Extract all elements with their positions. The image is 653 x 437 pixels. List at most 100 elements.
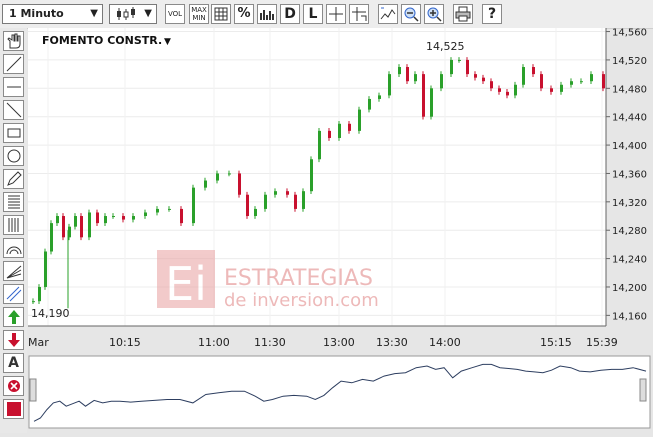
rectangle-icon xyxy=(7,128,20,138)
grid-button[interactable] xyxy=(211,4,231,24)
candle-body xyxy=(378,95,381,99)
arrow-up-icon xyxy=(7,310,20,324)
print-button[interactable] xyxy=(453,4,473,24)
watermark-logo-text: Ei xyxy=(165,257,207,311)
candle-body xyxy=(44,251,47,287)
candle-body xyxy=(96,212,99,224)
x-tick-label: 13:00 xyxy=(323,336,355,349)
delete-drawings-button[interactable] xyxy=(3,376,24,396)
y-tick-label: 14,440 xyxy=(612,113,647,124)
candle-body xyxy=(294,194,297,209)
fan-tool-button[interactable] xyxy=(3,261,24,281)
rectangle-tool-button[interactable] xyxy=(3,123,24,143)
candle-body xyxy=(310,159,313,192)
zoom-in-icon xyxy=(427,7,442,22)
candle-body xyxy=(318,130,321,160)
x-tick-label: 11:30 xyxy=(254,336,286,349)
candle-body xyxy=(302,191,305,209)
candle-body xyxy=(328,130,331,138)
interval-label: 1 Minuto xyxy=(9,7,64,20)
watermark-line1: ESTRATEGIAS xyxy=(224,266,373,291)
interval-dropdown[interactable]: 1 Minuto ▼ xyxy=(2,4,103,24)
candle-body xyxy=(286,191,289,195)
percent-button[interactable]: % xyxy=(234,4,254,24)
navigator-left-handle[interactable] xyxy=(29,378,37,402)
hand-icon xyxy=(6,33,20,49)
candle-body xyxy=(506,91,509,96)
candle-body xyxy=(532,67,535,75)
chevron-down-icon: ▼ xyxy=(90,8,98,19)
y-tick-label: 14,160 xyxy=(612,311,647,322)
chart-type-dropdown[interactable]: ▼ xyxy=(109,4,157,24)
candle-body xyxy=(358,109,361,131)
candle-body xyxy=(88,212,91,238)
chart-title[interactable]: FOMENTO CONSTR. xyxy=(42,34,162,47)
color-picker-button[interactable] xyxy=(3,399,24,419)
fibonacci-tool-button[interactable] xyxy=(3,192,24,212)
d-button[interactable]: D xyxy=(280,4,300,24)
horizontal-line-tool-button[interactable] xyxy=(3,77,24,97)
hand-tool-button[interactable] xyxy=(3,31,24,51)
candle-body xyxy=(348,123,351,131)
ellipse-tool-button[interactable] xyxy=(3,146,24,166)
l-button[interactable]: L xyxy=(303,4,323,24)
zoom-in-button[interactable] xyxy=(424,4,444,24)
arc-icon xyxy=(6,246,21,255)
fibonacci-icon xyxy=(7,195,20,209)
up-arrow-tool-button[interactable] xyxy=(3,307,24,327)
pencil-tool-button[interactable] xyxy=(3,169,24,189)
candle-body xyxy=(204,180,207,188)
candle-body xyxy=(112,216,115,218)
channel-icon xyxy=(8,218,18,232)
drawing-tools-sidebar: A xyxy=(0,28,27,433)
candle-body xyxy=(56,216,59,224)
delete-icon xyxy=(7,380,20,392)
price-chart[interactable]: Ei ESTRATEGIAS de inversion.com FOMENTO … xyxy=(28,28,653,433)
diagonal-line-tool-button[interactable] xyxy=(3,100,24,120)
navigator-right-handle[interactable] xyxy=(639,378,647,402)
y-tick-label: 14,240 xyxy=(612,255,647,266)
crosshair-value-button[interactable] xyxy=(349,4,369,24)
trendline-tool-button[interactable] xyxy=(3,54,24,74)
chart-title-arrow[interactable]: ▼ xyxy=(164,37,171,47)
maxmin-button[interactable]: MAX MIN xyxy=(189,4,209,24)
candle-body xyxy=(482,77,485,82)
candle-body xyxy=(192,187,195,224)
horizontal-line-icon xyxy=(6,86,21,88)
candle-body xyxy=(440,74,443,89)
candlestick-icon xyxy=(117,7,135,20)
volume-button[interactable]: VOL xyxy=(165,4,185,24)
candle-body xyxy=(474,74,477,78)
candle-body xyxy=(522,67,525,85)
overview-navigator[interactable] xyxy=(28,355,651,429)
zoom-out-button[interactable] xyxy=(401,4,421,24)
x-axis-ticks: Mar 10:15 11:00 11:30 13:00 13:30 14:00 15:15 15… xyxy=(28,336,618,349)
candle-body xyxy=(156,208,159,213)
top-toolbar: 1 Minuto ▼ ▼ VOL MAX MIN % D L ? xyxy=(0,0,653,29)
candle-body xyxy=(132,216,135,220)
candle-body xyxy=(540,74,543,89)
candle-body xyxy=(398,67,401,75)
arrow-down-icon xyxy=(7,333,20,347)
y-tick-label: 14,480 xyxy=(612,84,647,95)
parallel-lines-icon xyxy=(6,286,21,302)
parallel-lines-tool-button[interactable] xyxy=(3,284,24,304)
help-button[interactable]: ? xyxy=(482,4,502,24)
arc-tool-button[interactable] xyxy=(3,238,24,258)
down-arrow-tool-button[interactable] xyxy=(3,330,24,350)
candle-body xyxy=(274,191,277,195)
candle-body xyxy=(490,81,493,89)
trendline-icon xyxy=(6,56,21,72)
y-tick-label: 14,200 xyxy=(612,283,647,294)
channel-tool-button[interactable] xyxy=(3,215,24,235)
candle-body xyxy=(338,123,341,138)
x-tick-label: Mar xyxy=(28,336,49,349)
volume-bars-button[interactable] xyxy=(257,4,277,24)
chart-area: Ei ESTRATEGIAS de inversion.com FOMENTO … xyxy=(28,28,653,433)
candle-body xyxy=(388,74,391,96)
text-tool-button[interactable]: A xyxy=(3,353,24,373)
line-overlay-button[interactable] xyxy=(378,4,398,24)
candle-body xyxy=(144,212,147,217)
candle-body xyxy=(62,216,65,238)
crosshair-button[interactable] xyxy=(326,4,346,24)
